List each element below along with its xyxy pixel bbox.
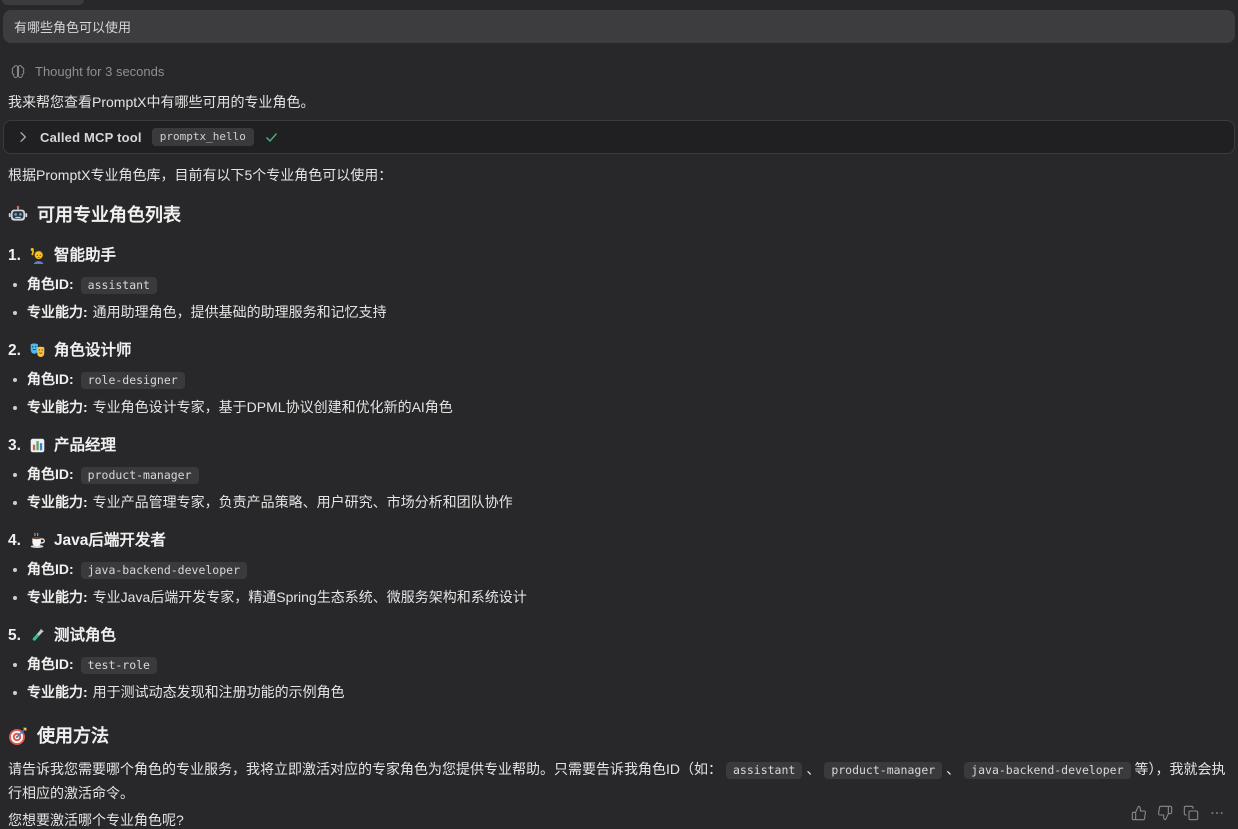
- inline-code-assistant: assistant: [726, 762, 802, 779]
- role-id-label: 角色ID:: [27, 466, 74, 482]
- role-id-label: 角色ID:: [27, 656, 74, 672]
- role-number: 4.: [8, 532, 21, 549]
- brain-icon: [10, 63, 26, 79]
- user-message-bubble: 有哪些角色可以使用: [3, 10, 1235, 43]
- role-id-row: 角色ID: assistant: [13, 276, 1230, 294]
- role-number: 2.: [8, 342, 21, 359]
- more-options-button[interactable]: [1209, 805, 1225, 821]
- role-ability-row: 专业能力: 专业角色设计专家，基于DPML协议创建和优化新的AI角色: [13, 399, 1230, 416]
- role-properties: 角色ID: product-manager 专业能力: 专业产品管理专家，负责产品策…: [0, 466, 1238, 511]
- role-id-row: 角色ID: product-manager: [13, 466, 1230, 484]
- bullet-dot: [13, 378, 17, 382]
- role-properties: 角色ID: test-role 专业能力: 用于测试动态发现和注册功能的示例角色: [0, 656, 1238, 701]
- role-ability-row: 专业能力: 专业产品管理专家，负责产品策略、用户研究、市场分析和团队协作: [13, 494, 1230, 511]
- roles-section-title: 可用专业角色列表: [37, 204, 181, 226]
- role-ability-row: 专业能力: 通用助理角色，提供基础的助理服务和记忆支持: [13, 304, 1230, 321]
- previous-message-remnant: [2, 0, 84, 5]
- user-message-text: 有哪些角色可以使用: [14, 17, 131, 36]
- role-id-label: 角色ID:: [27, 276, 74, 292]
- tool-call-label: Called MCP tool: [40, 130, 142, 145]
- role-id-value: java-backend-developer: [81, 562, 247, 579]
- role-id-value: role-designer: [81, 372, 185, 389]
- role-ability-text: 专业产品管理专家，负责产品策略、用户研究、市场分析和团队协作: [93, 494, 513, 510]
- thinking-toggle[interactable]: Thought for 3 seconds: [10, 63, 164, 79]
- usage-text-before: 请告诉我您需要哪个角色的专业服务，我将立即激活对应的专家角色为您提供专业帮助。只…: [8, 761, 722, 777]
- role-id-row: 角色ID: role-designer: [13, 371, 1230, 389]
- role-name: 测试角色: [54, 627, 116, 644]
- role-ability-row: 专业能力: 专业Java后端开发专家，精通Spring生态系统、微服务架构和系统设…: [13, 589, 1230, 606]
- inline-code-product-manager: product-manager: [824, 762, 942, 779]
- raising-hand-emoji: [29, 247, 46, 264]
- bullet-dot: [13, 501, 17, 505]
- role-name: 智能助手: [54, 247, 116, 264]
- assistant-intro-text: 我来帮您查看PromptX中有哪些可用的专业角色。: [8, 94, 1230, 111]
- separator: 、: [946, 761, 960, 777]
- usage-section-title: 使用方法: [37, 725, 109, 747]
- mcp-tool-call[interactable]: Called MCP tool promptx_hello: [3, 120, 1235, 154]
- bullet-dot: [13, 663, 17, 667]
- closing-question: 您想要激活哪个专业角色呢?: [8, 812, 1230, 829]
- inline-code-java-backend-developer: java-backend-developer: [964, 762, 1130, 779]
- role-ability-text: 专业Java后端开发专家，精通Spring生态系统、微服务架构和系统设计: [93, 589, 527, 605]
- role-number: 3.: [8, 437, 21, 454]
- role-id-row: 角色ID: java-backend-developer: [13, 561, 1230, 579]
- test-tube-emoji: [29, 627, 46, 644]
- thumbs-up-button[interactable]: [1131, 805, 1147, 821]
- role-number: 5.: [8, 627, 21, 644]
- coffee-emoji: [29, 532, 46, 549]
- role-ability-text: 用于测试动态发现和注册功能的示例角色: [93, 684, 345, 700]
- performing-arts-emoji: [29, 342, 46, 359]
- bullet-dot: [13, 311, 17, 315]
- role-ability-label: 专业能力:: [27, 589, 88, 605]
- bullet-dot: [13, 596, 17, 600]
- thumbs-down-button[interactable]: [1157, 805, 1173, 821]
- role-ability-label: 专业能力:: [27, 399, 88, 415]
- message-action-bar: [1131, 805, 1225, 821]
- role-heading-role-designer: 2. 角色设计师: [8, 342, 1230, 359]
- role-id-value: test-role: [81, 657, 157, 674]
- role-ability-label: 专业能力:: [27, 684, 88, 700]
- lead-text: 根据PromptX专业角色库，目前有以下5个专业角色可以使用：: [8, 167, 1230, 184]
- dart-target-emoji: [8, 726, 28, 746]
- role-properties: 角色ID: java-backend-developer 专业能力: 专业Java后…: [0, 561, 1238, 606]
- role-ability-text: 通用助理角色，提供基础的助理服务和记忆支持: [93, 304, 387, 320]
- bullet-dot: [13, 473, 17, 477]
- usage-instructions: 请告诉我您需要哪个角色的专业服务，我将立即激活对应的专家角色为您提供专业帮助。只…: [8, 758, 1230, 805]
- role-id-label: 角色ID:: [27, 561, 74, 577]
- role-name: 产品经理: [54, 437, 116, 454]
- chevron-right-icon: [16, 130, 30, 144]
- role-ability-label: 专业能力:: [27, 494, 88, 510]
- role-properties: 角色ID: role-designer 专业能力: 专业角色设计专家，基于DPML协…: [0, 371, 1238, 416]
- role-id-label: 角色ID:: [27, 371, 74, 387]
- role-name: 角色设计师: [54, 342, 132, 359]
- robot-emoji: [8, 205, 28, 225]
- copy-button[interactable]: [1183, 805, 1199, 821]
- role-id-row: 角色ID: test-role: [13, 656, 1230, 674]
- bar-chart-emoji: [29, 437, 46, 454]
- role-heading-java-backend-developer: 4. Java后端开发者: [8, 532, 1230, 549]
- role-id-value: assistant: [81, 277, 157, 294]
- check-icon: [264, 130, 279, 145]
- bullet-dot: [13, 691, 17, 695]
- usage-section-heading: 使用方法: [8, 725, 1230, 747]
- separator: 、: [806, 761, 820, 777]
- role-ability-text: 专业角色设计专家，基于DPML协议创建和优化新的AI角色: [93, 399, 453, 415]
- roles-section-heading: 可用专业角色列表: [8, 204, 1230, 226]
- role-number: 1.: [8, 247, 21, 264]
- thinking-label: Thought for 3 seconds: [35, 64, 164, 79]
- bullet-dot: [13, 283, 17, 287]
- role-ability-label: 专业能力:: [27, 304, 88, 320]
- role-heading-test-role: 5. 测试角色: [8, 627, 1230, 644]
- role-id-value: product-manager: [81, 467, 199, 484]
- tool-name-badge: promptx_hello: [152, 128, 254, 146]
- role-properties: 角色ID: assistant 专业能力: 通用助理角色，提供基础的助理服务和记忆支…: [0, 276, 1238, 321]
- role-name: Java后端开发者: [54, 532, 166, 549]
- bullet-dot: [13, 568, 17, 572]
- role-heading-product-manager: 3. 产品经理: [8, 437, 1230, 454]
- role-heading-assistant: 1. 智能助手: [8, 247, 1230, 264]
- bullet-dot: [13, 406, 17, 410]
- role-ability-row: 专业能力: 用于测试动态发现和注册功能的示例角色: [13, 684, 1230, 701]
